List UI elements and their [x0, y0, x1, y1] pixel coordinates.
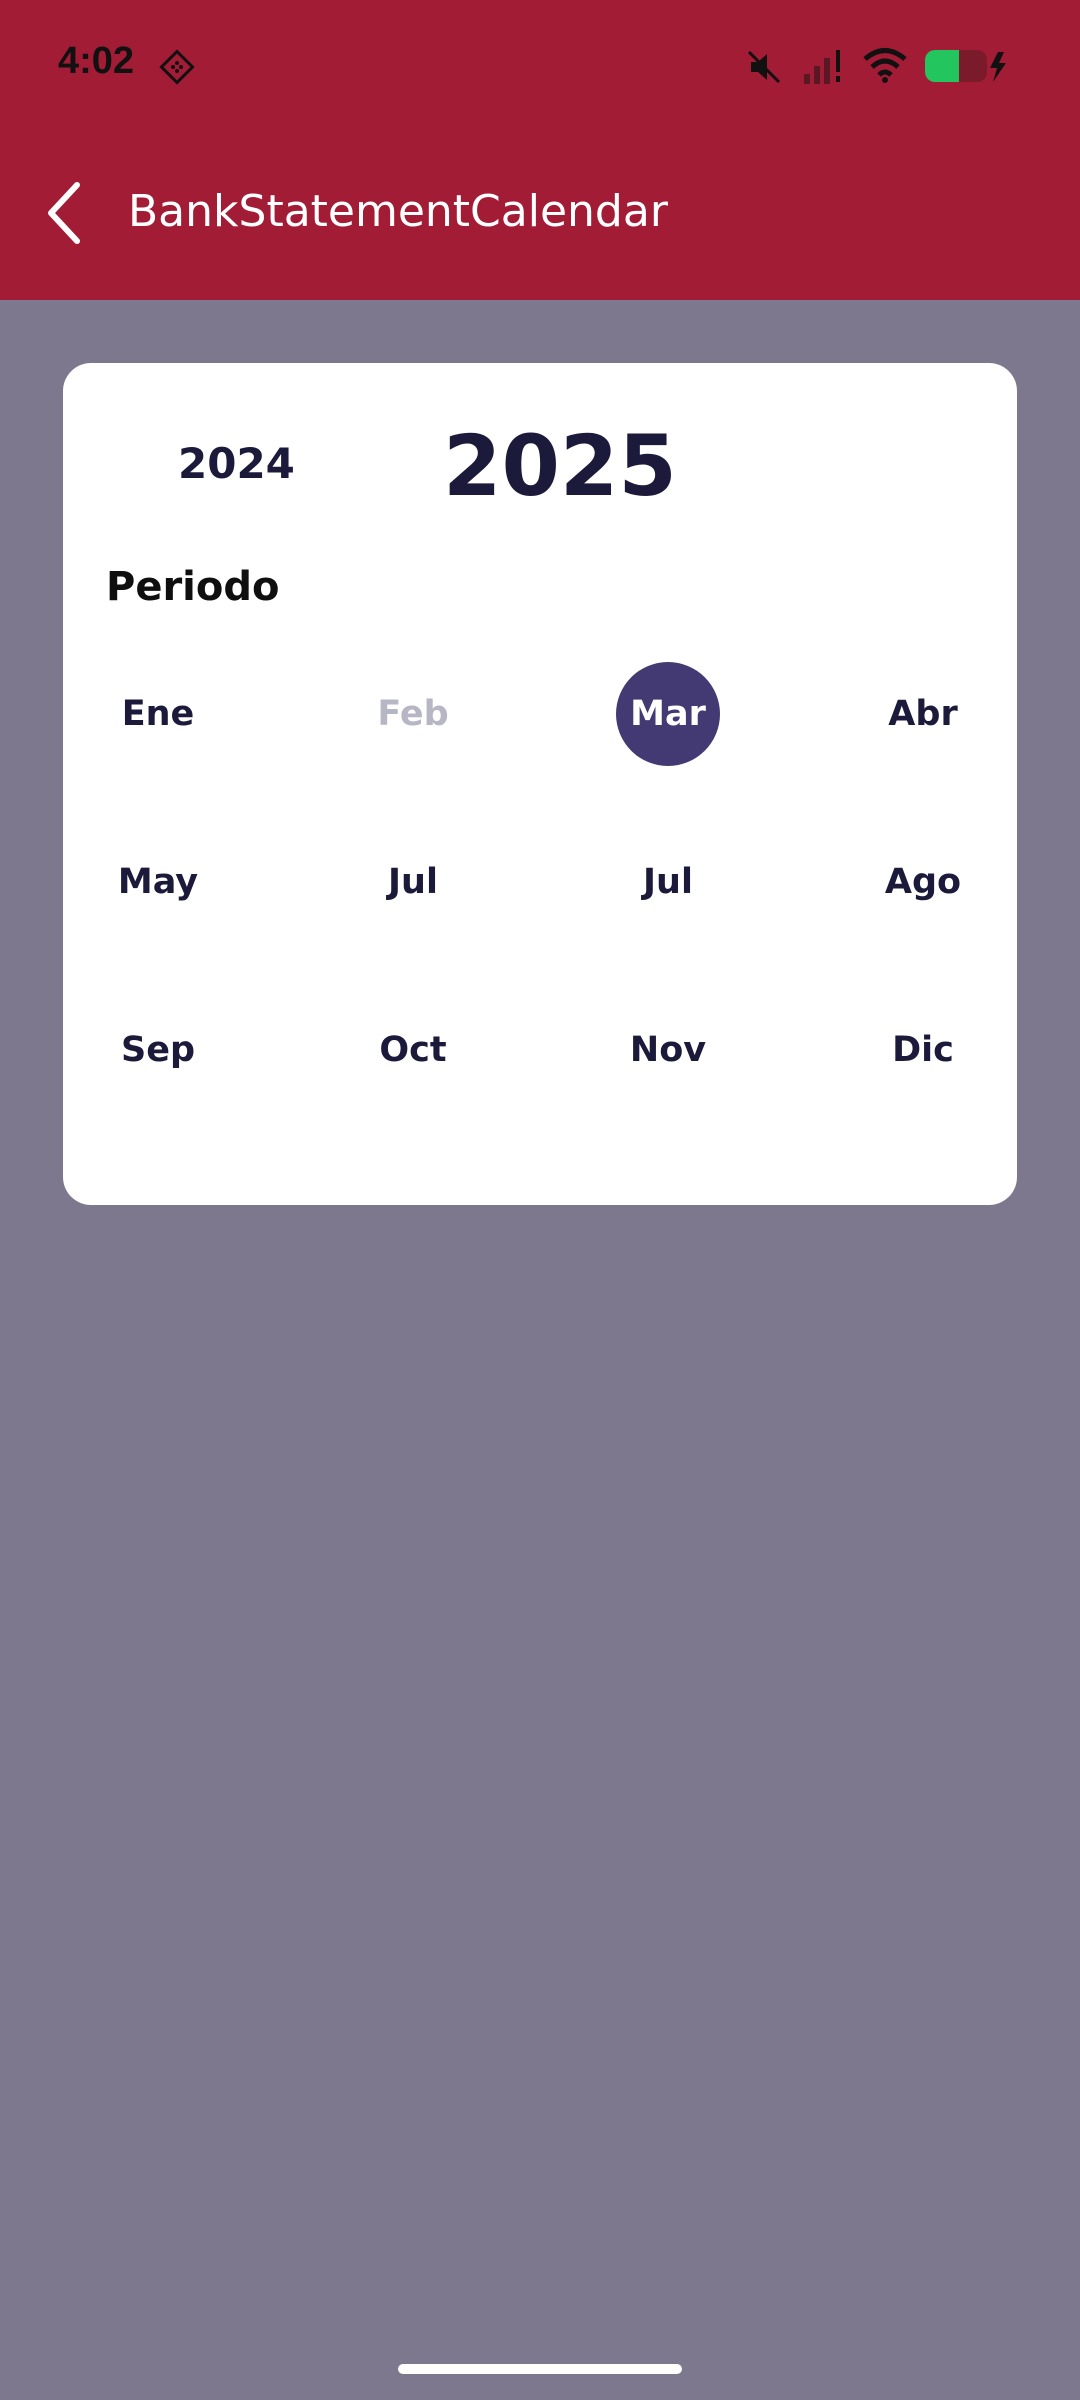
month-ago[interactable]: Ago [868, 829, 978, 935]
period-label: Periodo [106, 564, 280, 610]
calendar-card: 2024 2025 Periodo Ene Feb Mar Abr May Jul Jul A… [63, 363, 1017, 1205]
chevron-left-icon [45, 181, 85, 249]
month-jul[interactable]: Jul [613, 829, 723, 935]
battery-charging-icon [924, 48, 1010, 88]
back-button[interactable] [30, 170, 100, 260]
month-feb: Feb [377, 694, 449, 734]
previous-year-button[interactable]: 2024 [178, 439, 295, 488]
mute-icon [745, 48, 783, 90]
home-indicator [398, 2364, 682, 2374]
month-oct[interactable]: Oct [358, 997, 468, 1103]
signal-icon [802, 46, 846, 90]
month-may[interactable]: May [103, 829, 213, 935]
month-sep[interactable]: Sep [103, 997, 213, 1103]
current-year-label: 2025 [443, 417, 677, 515]
app-notification-icon [158, 48, 196, 90]
month-abr[interactable]: Abr [868, 661, 978, 767]
page-title: BankStatementCalendar [128, 186, 668, 237]
month-mar-selected[interactable]: Mar [616, 662, 720, 766]
status-time: 4:02 [58, 40, 135, 82]
wifi-icon [862, 46, 908, 88]
month-jul[interactable]: Jul [358, 829, 468, 935]
status-bar: 4:02 [0, 0, 1080, 130]
app-bar: 4:02 BankStatementCalendar [0, 0, 1080, 300]
month-ene[interactable]: Ene [103, 661, 213, 767]
month-nov[interactable]: Nov [613, 997, 723, 1103]
month-dic[interactable]: Dic [868, 997, 978, 1103]
